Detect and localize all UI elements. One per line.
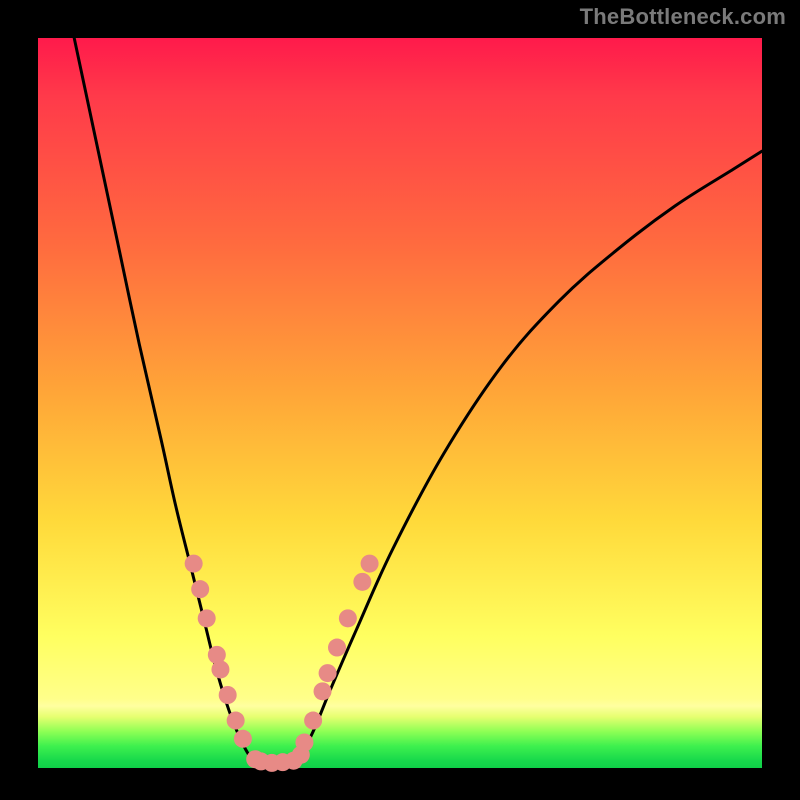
marker-dot [328, 639, 346, 657]
marker-dot [295, 733, 313, 751]
marker-dot [219, 686, 237, 704]
marker-dot [339, 609, 357, 627]
marker-dot [198, 609, 216, 627]
marker-dot [191, 580, 209, 598]
marker-dot [211, 660, 229, 678]
marker-dot [361, 555, 379, 573]
marker-dot [227, 712, 245, 730]
marker-dot [314, 682, 332, 700]
marker-dot [185, 555, 203, 573]
curve-left-curve [74, 38, 255, 761]
curve-right-curve [299, 151, 762, 759]
chart-overlay [0, 0, 800, 800]
marker-dot [353, 573, 371, 591]
marker-dot [304, 712, 322, 730]
curve-group [74, 38, 762, 764]
marker-group [185, 555, 379, 772]
marker-dot [234, 730, 252, 748]
marker-dot [319, 664, 337, 682]
chart-frame: TheBottleneck.com [0, 0, 800, 800]
